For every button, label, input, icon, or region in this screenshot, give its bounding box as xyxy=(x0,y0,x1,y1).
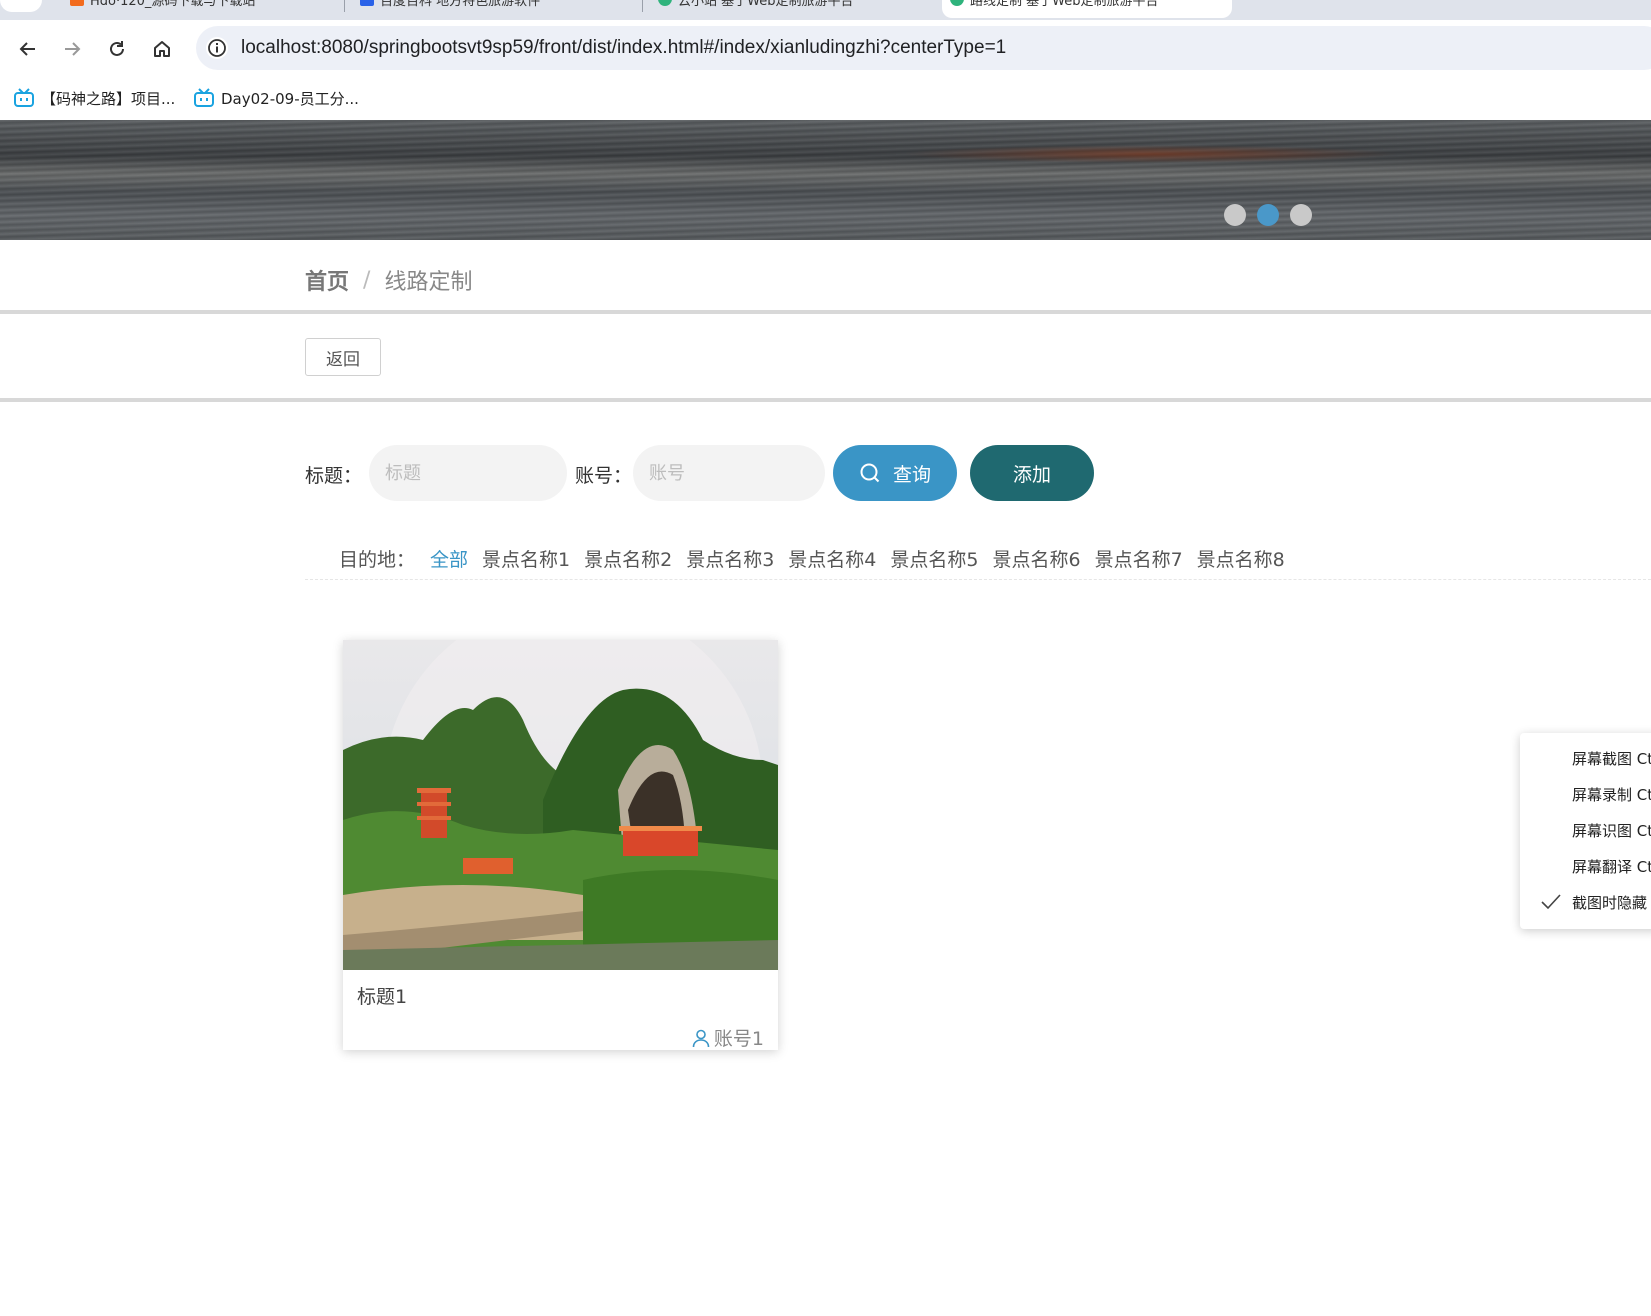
banner-image-highlight xyxy=(900,145,1400,163)
breadcrumb-home-link[interactable]: 首页 xyxy=(305,264,349,296)
query-button[interactable]: 查询 xyxy=(833,445,957,501)
title-search-input[interactable] xyxy=(369,445,567,501)
home-icon xyxy=(154,41,170,57)
carousel-dot-2[interactable] xyxy=(1257,204,1279,226)
destination-option[interactable]: 景点名称7 xyxy=(1095,545,1183,572)
tab-title: 路线定制 基于Web定制旅游平台 xyxy=(970,0,1159,9)
forward-nav-button[interactable] xyxy=(57,34,87,64)
arrow-right-icon xyxy=(65,42,81,56)
user-icon xyxy=(692,1029,710,1047)
browser-tab-strip: Hdo·120_源码下载与下载站 百度百科 地方特色旅游软件 云小站 基于Web… xyxy=(0,0,1651,20)
arrow-left-icon xyxy=(19,42,35,56)
bilibili-tv-icon xyxy=(194,88,214,107)
carousel-indicators xyxy=(1224,204,1312,226)
karst-mountain-photo xyxy=(343,640,778,970)
bookmark-label: 【码神之路】项目... xyxy=(41,89,176,108)
breadcrumb-current: 线路定制 xyxy=(384,270,473,295)
carousel-dot-3[interactable] xyxy=(1290,204,1312,226)
back-bar: 返回 xyxy=(0,318,1651,402)
destination-label: 目的地： xyxy=(339,549,416,571)
menu-item-screen-capture[interactable]: 屏幕截图 Ct xyxy=(1572,748,1651,769)
search-icon xyxy=(860,463,880,483)
route-card-account-name: 账号1 xyxy=(713,1028,764,1050)
screenshot-context-menu: 屏幕截图 Ct 屏幕录制 Ct 屏幕识图 Ct 屏幕翻译 Ct 截图时隐藏 xyxy=(1520,733,1651,929)
menu-item-hide-when-capturing[interactable]: 截图时隐藏 xyxy=(1572,892,1647,913)
back-button[interactable]: 返回 xyxy=(305,338,381,376)
bookmark-label: Day02-09-员工分... xyxy=(221,89,359,108)
destination-option[interactable]: 景点名称4 xyxy=(788,545,876,572)
browser-tab-2[interactable]: 百度百科 地方特色旅游软件 xyxy=(352,0,642,18)
destination-option[interactable]: 景点名称6 xyxy=(992,545,1080,572)
tab-title: Hdo·120_源码下载与下载站 xyxy=(90,0,256,9)
menu-item-screen-translate[interactable]: 屏幕翻译 Ct xyxy=(1572,856,1651,877)
destination-option[interactable]: 景点名称5 xyxy=(890,545,978,572)
browser-tab-active[interactable]: 路线定制 基于Web定制旅游平台 xyxy=(942,0,1232,18)
menu-item-screen-record[interactable]: 屏幕录制 Ct xyxy=(1572,784,1651,805)
bilibili-tv-icon xyxy=(14,88,34,107)
address-bar[interactable]: localhost:8080/springbootsvt9sp59/front/… xyxy=(196,26,1651,70)
bookmarks-bar: 【码神之路】项目... Day02-09-员工分... xyxy=(0,78,1651,120)
route-card-image[interactable] xyxy=(343,640,778,970)
destination-option[interactable]: 景点名称3 xyxy=(686,545,774,572)
title-label: 标题： xyxy=(305,465,363,487)
browser-tab-1[interactable]: Hdo·120_源码下载与下载站 xyxy=(62,0,342,18)
destination-option[interactable]: 景点名称8 xyxy=(1197,545,1285,572)
search-form: 标题： 账号： 查询 添加 xyxy=(305,445,1205,501)
tab-favicon xyxy=(360,0,374,6)
breadcrumb-bar: 首页 / 线路定制 xyxy=(0,240,1651,314)
query-button-label: 查询 xyxy=(892,463,931,486)
bookmark-item-2[interactable]: Day02-09-员工分... xyxy=(193,86,359,110)
route-card[interactable]: 标题1 账号1 xyxy=(343,640,778,1050)
breadcrumb-separator: / xyxy=(363,267,371,293)
home-button[interactable] xyxy=(147,34,177,64)
back-nav-button[interactable] xyxy=(13,34,43,64)
tab-favicon xyxy=(950,0,964,6)
tab-separator xyxy=(344,0,345,12)
tab-favicon xyxy=(658,0,672,6)
route-card-title: 标题1 xyxy=(357,986,408,1008)
banner-carousel xyxy=(0,120,1651,240)
reload-icon xyxy=(110,41,124,56)
destination-option-all[interactable]: 全部 xyxy=(430,545,468,572)
tab-separator xyxy=(642,0,643,12)
destination-options: 全部 景点名称1 景点名称2 景点名称3 景点名称4 景点名称5 景点名称6 景… xyxy=(430,545,1285,572)
menu-item-screen-recognize[interactable]: 屏幕识图 Ct xyxy=(1572,820,1651,841)
account-label: 账号： xyxy=(575,465,633,487)
tab-favicon xyxy=(70,0,84,6)
browser-tab-3[interactable]: 云小站 基于Web定制旅游平台 xyxy=(650,0,940,18)
destination-filter: 目的地： 全部 景点名称1 景点名称2 景点名称3 景点名称4 景点名称5 景点… xyxy=(305,540,1651,580)
add-button[interactable]: 添加 xyxy=(970,445,1094,501)
carousel-dot-1[interactable] xyxy=(1224,204,1246,226)
info-icon xyxy=(208,39,226,57)
route-card-account: 账号1 xyxy=(691,1024,764,1051)
breadcrumb: 首页 / 线路定制 xyxy=(305,264,472,296)
destination-option[interactable]: 景点名称1 xyxy=(482,545,570,572)
bookmark-item-1[interactable]: 【码神之路】项目... xyxy=(13,86,175,110)
checkmark-icon xyxy=(1541,894,1561,910)
reload-button[interactable] xyxy=(102,34,132,64)
site-info-button[interactable] xyxy=(206,37,228,59)
tab-search-button[interactable] xyxy=(0,0,42,12)
account-search-input[interactable] xyxy=(633,445,825,501)
tab-title: 百度百科 地方特色旅游软件 xyxy=(380,0,541,9)
tab-title: 云小站 基于Web定制旅游平台 xyxy=(678,0,854,9)
address-bar-url: localhost:8080/springbootsvt9sp59/front/… xyxy=(241,37,1007,58)
browser-toolbar: localhost:8080/springbootsvt9sp59/front/… xyxy=(0,20,1651,78)
destination-option[interactable]: 景点名称2 xyxy=(584,545,672,572)
